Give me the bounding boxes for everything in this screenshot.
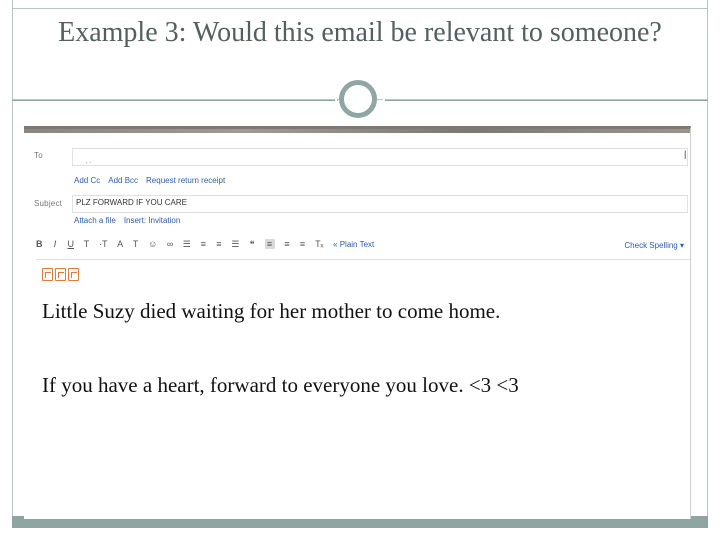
insert-invitation-link[interactable]: Insert: Invitation [124, 216, 180, 225]
underline-button[interactable]: U [68, 239, 75, 249]
italic-button[interactable]: I [52, 239, 58, 249]
email-body-line: If you have a heart, forward to everyone… [42, 373, 519, 397]
emoji-row [42, 268, 81, 286]
format-toolbar: B I U T ·T A T ☺ ∞ ☰ ≡ ≡ ☰ ❝ ≡ ≡ ≡ Tₓ « … [36, 239, 690, 253]
quote-icon[interactable]: ❝ [249, 239, 255, 250]
link-icon[interactable]: ∞ [167, 239, 173, 249]
to-label: To [34, 151, 43, 160]
check-spelling-link[interactable]: Check Spelling ▾ [624, 241, 684, 250]
scroll-marker: | [684, 149, 687, 159]
font-size-button[interactable]: ·T [99, 239, 108, 249]
highlight-button[interactable]: T [133, 239, 139, 249]
numbered-list-icon[interactable]: ☰ [183, 239, 191, 250]
plain-text-link[interactable]: « Plain Text [333, 240, 374, 249]
toolbar-divider [36, 259, 690, 260]
attach-links: Attach a file Insert: Invitation [74, 216, 188, 225]
emoji-icon [68, 268, 79, 281]
email-body-line: Little Suzy died waiting for her mother … [42, 299, 501, 323]
subject-value: PLZ FORWARD IF YOU CARE [76, 198, 187, 207]
font-button[interactable]: T [84, 239, 90, 249]
indent-less-icon[interactable]: ≡ [216, 239, 222, 249]
add-bcc-link[interactable]: Add Bcc [108, 176, 138, 185]
screenshot-top-strip [24, 129, 690, 133]
recipient-links: Add Cc Add Bcc Request return receipt [74, 176, 233, 185]
to-value: , . [86, 159, 92, 165]
add-cc-link[interactable]: Add Cc [74, 176, 100, 185]
attach-file-link[interactable]: Attach a file [74, 216, 116, 225]
title-rule [384, 100, 708, 101]
align-right-icon[interactable]: ≡ [300, 239, 306, 249]
bold-button[interactable]: B [36, 239, 43, 249]
title-rule [12, 100, 338, 101]
emoji-icon [42, 268, 53, 281]
emoji-icon [55, 268, 66, 281]
to-field[interactable] [72, 148, 688, 166]
align-center-icon[interactable]: ≡ [284, 239, 290, 249]
align-left-icon[interactable]: ≡ [264, 239, 275, 249]
remove-formatting-icon[interactable]: Tₓ [315, 239, 323, 249]
emoticon-icon[interactable]: ☺ [148, 239, 157, 249]
subject-label: Subject [34, 199, 63, 208]
text-color-button[interactable]: A [117, 239, 123, 249]
circle-ornament [335, 76, 385, 126]
bullet-list-icon[interactable]: ≡ [200, 239, 206, 249]
indent-more-icon[interactable]: ☰ [231, 239, 239, 250]
slide-title: Example 3: Would this email be relevant … [58, 17, 662, 48]
email-compose-screenshot: To , . | Add Cc Add Bcc Request return rec… [24, 126, 691, 519]
request-receipt-link[interactable]: Request return receipt [146, 176, 225, 185]
